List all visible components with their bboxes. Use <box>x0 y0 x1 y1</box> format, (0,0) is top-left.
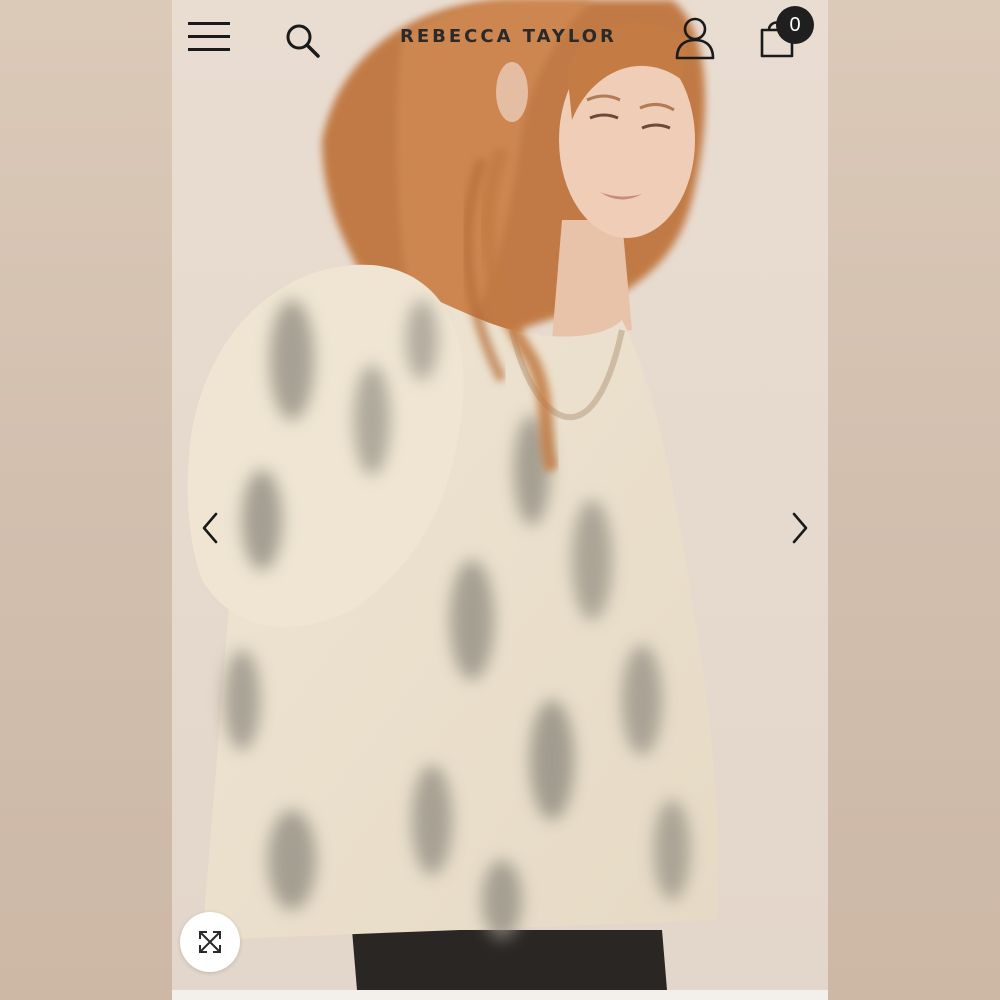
left-backdrop <box>0 0 172 1000</box>
chevron-left-icon[interactable] <box>198 510 222 546</box>
cart-count-badge[interactable]: 0 <box>776 6 814 44</box>
chevron-right-icon[interactable] <box>788 510 812 546</box>
zoom-button[interactable] <box>180 912 240 972</box>
user-icon[interactable] <box>674 16 716 60</box>
brand-logo[interactable]: REBECCA TAYLOR <box>400 26 614 47</box>
hamburger-menu-icon[interactable] <box>188 20 230 54</box>
right-backdrop <box>828 0 1000 1000</box>
product-viewer: REBECCA TAYLOR 0 <box>172 0 828 1000</box>
site-header: REBECCA TAYLOR 0 <box>172 0 828 78</box>
product-photo <box>172 0 828 990</box>
expand-icon <box>199 931 221 953</box>
bottom-strip <box>172 990 828 1000</box>
search-icon[interactable] <box>284 22 324 62</box>
